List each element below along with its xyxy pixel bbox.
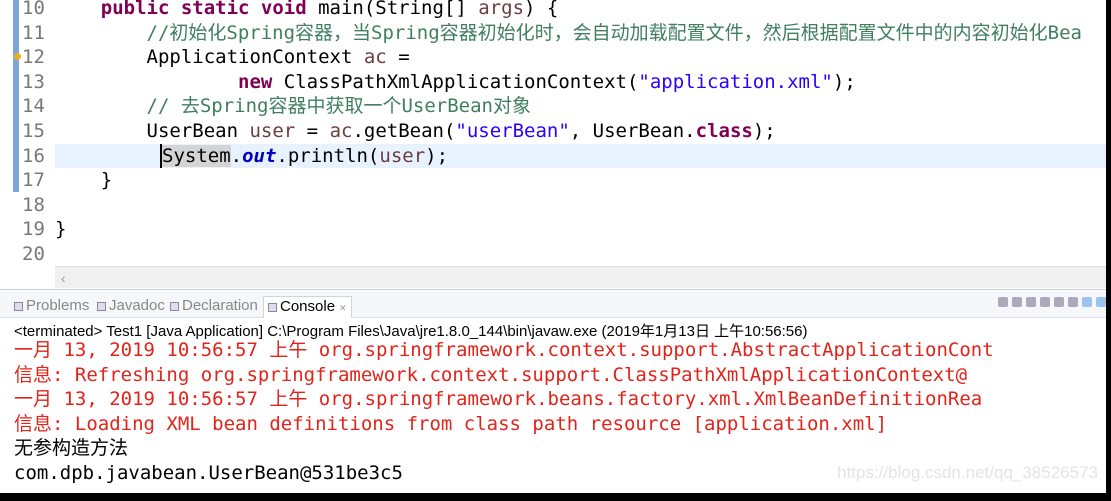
code-line[interactable]: 19} [0,217,1106,242]
line-number: 14 [22,95,45,118]
code-token: ac [329,120,353,142]
code-token: , UserBean. [569,120,696,142]
code-token: new [238,70,273,93]
code-text: public static void main(String[] args) { [55,0,559,21]
remove-all-icon[interactable] [1026,297,1036,307]
line-number: 11 [22,21,45,44]
console-line: 无参构造方法 [14,437,129,460]
line-number: 12 [22,46,45,69]
remove-launch-icon[interactable] [1012,297,1022,307]
line-number: 20 [22,243,45,265]
code-line[interactable]: 10 public static void main(String[] args… [0,0,1106,21]
code-text: } [55,217,66,242]
console-icon [268,302,277,312]
terminate-icon[interactable] [998,297,1008,307]
code-token: //初始化Spring容器，当Spring容器初始化时，会自动加载配置文件，然后… [55,21,1082,44]
console-line: 一月 13, 2019 10:56:57 上午 org.springframew… [14,339,994,361]
code-text: //初始化Spring容器，当Spring容器初始化时，会自动加载配置文件，然后… [55,21,1082,46]
code-token: ) { [524,0,559,19]
view-tab-bar: Problems Javadoc Declaration Console ✕ [0,292,1106,318]
code-token: = [386,46,410,69]
code-token: ); [752,120,776,142]
line-number: 16 [22,144,45,167]
code-token: public static void [100,0,307,19]
tab-label: Problems [26,297,90,314]
line-number: 19 [22,218,45,241]
code-token: // 去Spring容器中获取一个UserBean对象 [55,95,531,118]
line-number: 10 [22,0,45,19]
display-console-icon[interactable] [1096,297,1106,307]
console-line: com.dpb.javabean.UserBean@531be3c5 [14,462,403,484]
console-line: 一月 13, 2019 10:56:57 上午 org.springframew… [14,388,983,411]
code-line[interactable]: 17 } [0,168,1106,193]
code-line[interactable]: 13 new ClassPathXmlApplicationContext("a… [0,70,1106,95]
console-line: 信息: Refreshing org.springframework.conte… [14,363,968,386]
code-token: } [55,218,67,241]
code-line[interactable]: 15 UserBean user = ac.getBean("userBean"… [0,119,1106,144]
code-token: .println( [276,144,380,167]
eclipse-window: 10 public static void main(String[] args… [0,0,1106,493]
code-text: } [55,168,112,193]
word-wrap-icon[interactable] [1068,297,1078,307]
watermark: https://blog.csdn.net/qq_38526573 [837,463,1098,482]
code-token: "userBean" [455,120,570,142]
code-token: "application.xml" [638,70,833,93]
line-number: 17 [22,169,45,192]
pin-console-icon[interactable] [1082,297,1092,307]
warning-icon[interactable] [14,53,21,61]
clear-console-icon[interactable] [1040,297,1050,307]
declaration-icon [170,301,179,311]
code-token: System [162,144,231,167]
line-number: 18 [22,193,45,216]
code-token: UserBean [55,120,250,142]
scroll-lock-icon[interactable] [1054,297,1064,307]
console-line: 信息: Loading XML bean definitions from cl… [14,412,888,435]
code-token: out [242,144,277,167]
horizontal-scrollbar[interactable]: ‹ [55,266,1106,288]
code-token: main(String[] [306,0,479,19]
tab-javadoc[interactable]: Javadoc [97,296,165,318]
code-line[interactable]: 11 //初始化Spring容器，当Spring容器初始化时，会自动加载配置文件… [0,21,1106,46]
code-text: System.out.println(user); [160,143,449,169]
scroll-left-icon[interactable]: ‹ [61,270,66,286]
code-line[interactable]: 16 System.out.println(user); [22,143,1106,169]
code-line[interactable]: 12 ApplicationContext ac = [0,45,1106,70]
tab-label: Declaration [182,297,258,314]
problems-icon [14,301,23,311]
code-token: } [55,169,113,192]
code-token: user [379,144,426,167]
code-token: class [695,120,753,142]
line-number: 15 [22,120,45,142]
code-token: ac [363,46,387,69]
console-toolbar [998,297,1106,307]
tab-console[interactable]: Console ✕ [263,296,352,318]
code-token: ClassPathXmlApplicationContext( [272,70,639,93]
close-icon[interactable]: ✕ [339,303,347,313]
code-token: . [230,144,243,167]
code-token: ); [425,144,449,167]
code-text: // 去Spring容器中获取一个UserBean对象 [55,94,531,119]
code-line[interactable]: 14 // 去Spring容器中获取一个UserBean对象 [0,94,1106,119]
code-text: ApplicationContext ac = [55,45,410,70]
code-token: .getBean( [352,120,456,142]
code-editor[interactable]: 10 public static void main(String[] args… [0,0,1106,290]
code-token: ); [832,70,856,93]
tab-declaration[interactable]: Declaration [170,296,258,318]
tab-problems[interactable]: Problems [14,296,89,318]
code-line[interactable]: 20 [0,242,1106,267]
tab-label: Javadoc [109,297,165,314]
code-text: UserBean user = ac.getBean("userBean", U… [55,119,776,144]
code-line[interactable]: 18 [0,193,1106,218]
code-text: new ClassPathXmlApplicationContext("appl… [55,70,856,95]
code-token: ApplicationContext [55,46,364,69]
code-token: user [249,120,296,142]
code-token: args [478,0,525,19]
code-token: = [295,120,330,142]
javadoc-icon [97,301,106,311]
tab-label: Console [280,298,336,315]
line-number: 13 [22,70,45,93]
